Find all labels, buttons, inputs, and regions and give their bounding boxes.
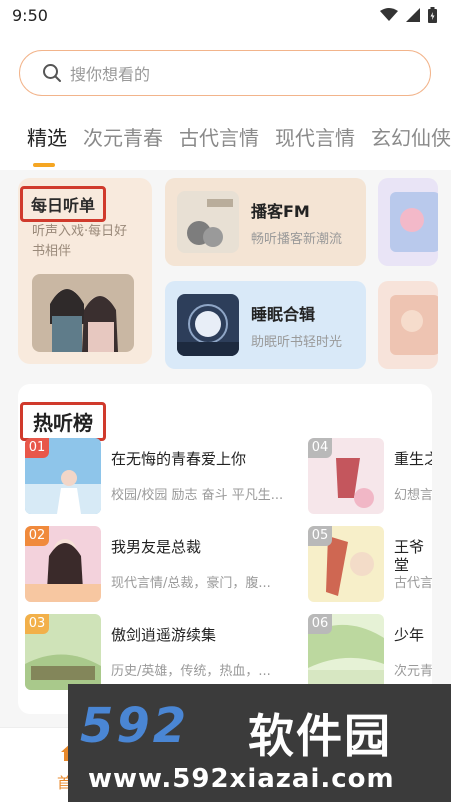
podcast-fm-card[interactable]: 播客FM 畅听播客新潮流 xyxy=(165,178,366,266)
podcast-thumb xyxy=(177,191,239,253)
search-icon xyxy=(43,64,61,82)
status-icons xyxy=(380,7,437,23)
rank-badge: 05 xyxy=(308,526,332,546)
book-tags: 校园/校园 励志 奋斗 平凡生... xyxy=(111,488,284,503)
tab-ancient-romance[interactable]: 古代言情 xyxy=(179,122,259,151)
hot-list-item[interactable]: 03 傲剑逍遥游续集 历史/英雄，传统，热血，... xyxy=(25,614,295,690)
book-title: 在无悔的青春爱上你 xyxy=(111,450,247,468)
book-tags: 次元青 xyxy=(394,664,432,679)
tab-youth[interactable]: 次元青春 xyxy=(83,122,163,151)
daily-list-title: 每日听单 xyxy=(20,186,107,222)
hot-list-item[interactable]: 05 王爷 堂 古代言 xyxy=(308,526,432,602)
book-tags: 古代言 xyxy=(394,576,432,591)
tab-modern-romance[interactable]: 现代言情 xyxy=(275,122,355,151)
podcast-desc: 畅听播客新潮流 xyxy=(251,232,343,247)
battery-icon xyxy=(428,7,437,23)
book-title: 我男友是总裁 xyxy=(111,538,202,556)
search-box[interactable]: 搜你想看的 xyxy=(19,50,431,96)
extra-card-bottom[interactable] xyxy=(378,281,438,369)
podcast-name: 播客FM xyxy=(251,202,310,221)
feature-cards: 每日听单 听声入戏·每日好书相伴 播客FM 畅听播客新潮流 睡眠合辑 助眠听书轻… xyxy=(0,178,451,370)
watermark-banner: 592 软件园 www.592xiazai.com xyxy=(68,684,451,802)
daily-list-subtitle: 听声入戏·每日好书相伴 xyxy=(32,224,128,259)
book-title: 少年 xyxy=(394,626,425,644)
sleep-thumb xyxy=(177,294,239,356)
book-tags: 幻想言 xyxy=(394,488,432,503)
book-tags: 现代言情/总裁，豪门，腹... xyxy=(111,576,271,591)
book-tags: 历史/英雄，传统，热血，... xyxy=(111,664,271,679)
tab-fantasy[interactable]: 玄幻仙侠 xyxy=(371,122,451,151)
watermark-name: 软件园 xyxy=(248,709,392,763)
hot-list-item[interactable]: 01 在无悔的青春爱上你 校园/校园 励志 奋斗 平凡生... xyxy=(25,438,295,514)
daily-list-cover xyxy=(32,274,134,352)
rank-badge: 04 xyxy=(308,438,332,458)
app-screen: 9:50 搜你想看的 精选 次元青春 古代言情 现代言情 玄幻仙侠 每日听单 听… xyxy=(0,0,451,802)
sleep-collection-card[interactable]: 睡眠合辑 助眠听书轻时光 xyxy=(165,281,366,369)
hot-list-title: 热听榜 xyxy=(20,402,106,441)
book-title: 傲剑逍遥游续集 xyxy=(111,626,217,644)
search-placeholder: 搜你想看的 xyxy=(70,65,151,84)
extra-card-top[interactable] xyxy=(378,178,438,266)
rank-badge: 06 xyxy=(308,614,332,634)
hot-list-item[interactable]: 06 少年 次元青 xyxy=(308,614,432,690)
wifi-icon xyxy=(380,8,398,21)
rank-badge: 02 xyxy=(25,526,49,546)
rank-badge: 03 xyxy=(25,614,49,634)
status-time: 9:50 xyxy=(12,6,48,25)
hot-list-item[interactable]: 02 我男友是总裁 现代言情/总裁，豪门，腹... xyxy=(25,526,295,602)
sleep-name: 睡眠合辑 xyxy=(251,305,316,324)
header: 搜你想看的 精选 次元青春 古代言情 现代言情 玄幻仙侠 xyxy=(0,34,451,170)
watermark-logo: 592 xyxy=(80,698,190,754)
sleep-desc: 助眠听书轻时光 xyxy=(251,335,343,350)
tab-featured[interactable]: 精选 xyxy=(27,122,67,167)
hot-list-item[interactable]: 04 重生之 幻想言 xyxy=(308,438,432,514)
rank-badge: 01 xyxy=(25,438,49,458)
status-bar: 9:50 xyxy=(0,0,451,34)
book-title: 重生之 xyxy=(394,450,432,468)
hot-list: 热听榜 01 在无悔的青春爱上你 校园/校园 励志 奋斗 平凡生... 02 我… xyxy=(18,384,432,714)
category-tabs: 精选 次元青春 古代言情 现代言情 玄幻仙侠 xyxy=(27,122,451,167)
signal-icon xyxy=(406,8,420,22)
daily-list-card[interactable]: 每日听单 听声入戏·每日好书相伴 xyxy=(18,178,152,364)
watermark-url: www.592xiazai.com xyxy=(88,764,395,794)
